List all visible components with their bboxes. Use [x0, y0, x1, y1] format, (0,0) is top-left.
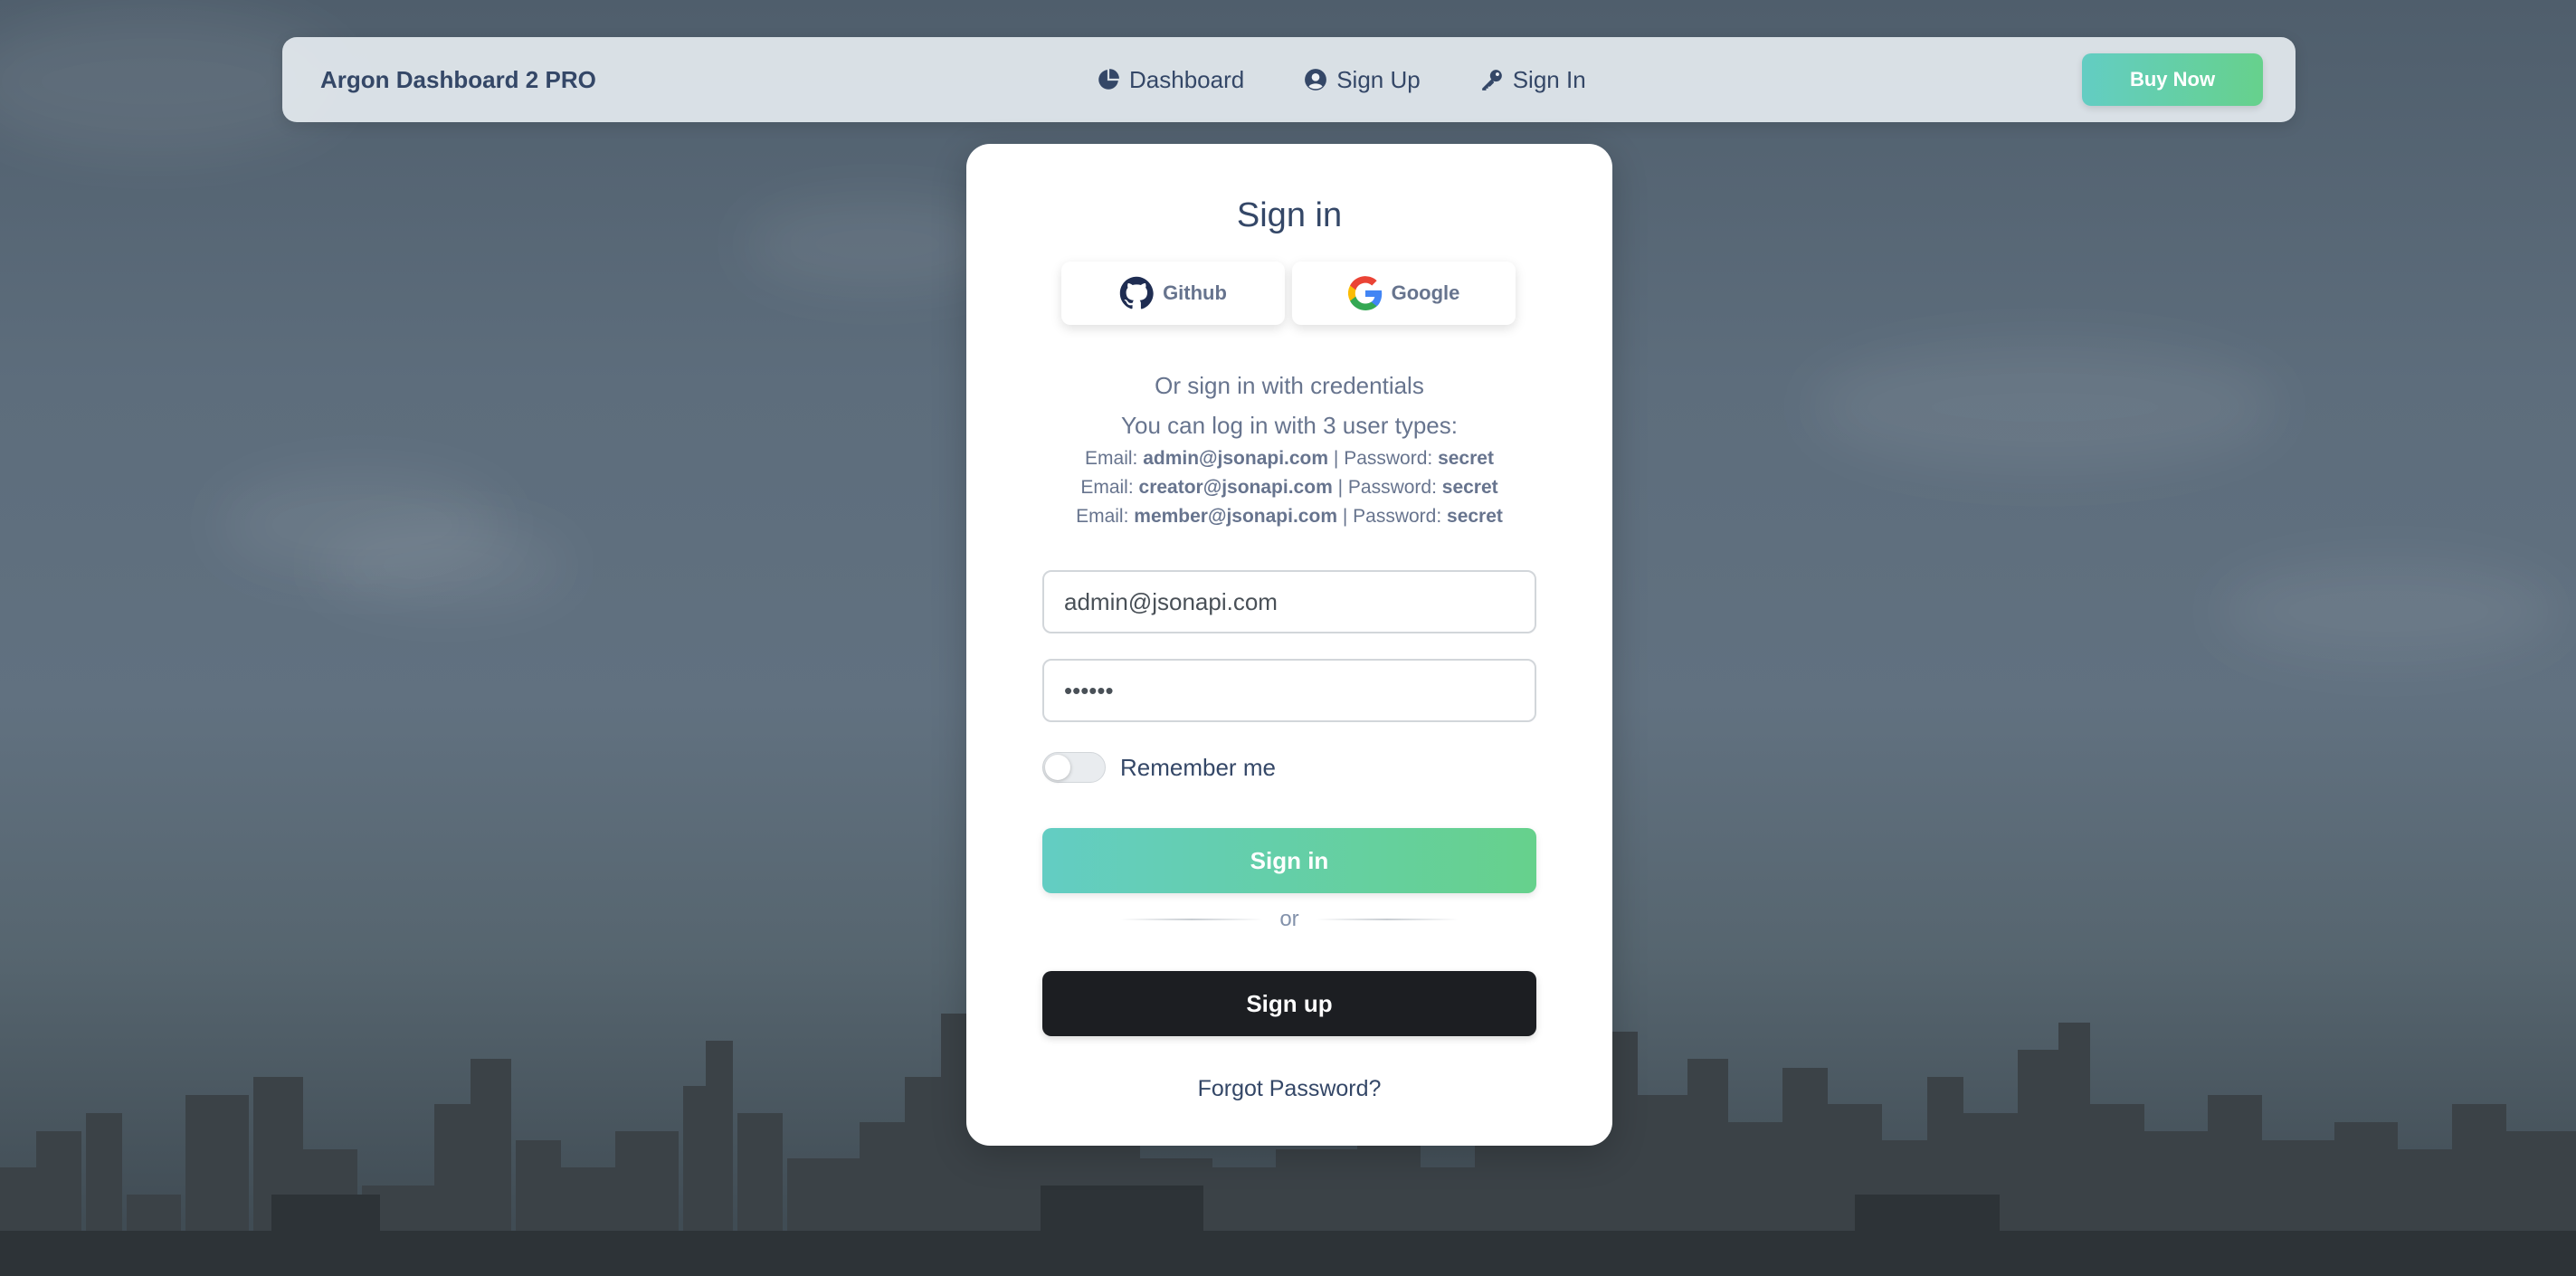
- nav-link-dashboard[interactable]: Dashboard: [1097, 66, 1244, 94]
- credential-line: Email: admin@jsonapi.com | Password: sec…: [966, 448, 1612, 470]
- cloud: [1810, 344, 2280, 471]
- github-label: Github: [1163, 281, 1227, 304]
- top-navbar: Argon Dashboard 2 PRO Dashboard Sign Up: [282, 37, 2296, 122]
- credential-password: secret: [1447, 506, 1503, 527]
- remember-me-row: Remember me: [1042, 752, 1276, 783]
- pie-chart-icon: [1098, 69, 1119, 90]
- password-prefix: | Password:: [1337, 477, 1437, 498]
- github-icon: [1119, 276, 1154, 309]
- nav-links: Dashboard Sign Up Sign In: [1097, 37, 1586, 122]
- sign-in-button[interactable]: Sign in: [1042, 828, 1536, 893]
- credential-line: Email: creator@jsonapi.com | Password: s…: [966, 477, 1612, 499]
- google-login-button[interactable]: Google: [1292, 262, 1516, 325]
- github-login-button[interactable]: Github: [1061, 262, 1285, 325]
- divider-line: [1315, 919, 1459, 920]
- or-text: or: [1279, 907, 1299, 931]
- buy-now-button[interactable]: Buy Now: [2082, 53, 2263, 106]
- remember-me-toggle[interactable]: [1042, 752, 1106, 783]
- credential-email: member@jsonapi.com: [1134, 506, 1337, 527]
- nav-link-label: Sign In: [1512, 65, 1586, 93]
- sign-up-button[interactable]: Sign up: [1042, 971, 1536, 1036]
- password-prefix: | Password:: [1333, 448, 1433, 469]
- credential-password: secret: [1438, 448, 1494, 469]
- google-icon: [1347, 276, 1382, 310]
- divider-line: [1120, 919, 1264, 920]
- nav-link-label: Sign Up: [1336, 65, 1421, 93]
- remember-me-label: Remember me: [1120, 753, 1276, 781]
- credential-line: Email: member@jsonapi.com | Password: se…: [966, 506, 1612, 528]
- brand-title[interactable]: Argon Dashboard 2 PRO: [320, 37, 596, 122]
- email-prefix: Email:: [1080, 477, 1134, 498]
- forgot-password-link[interactable]: Forgot Password?: [966, 1076, 1612, 1102]
- or-credentials-text: Or sign in with credentials: [1155, 372, 1424, 399]
- password-prefix: | Password:: [1342, 506, 1442, 527]
- nav-link-sign-up[interactable]: Sign Up: [1304, 66, 1421, 94]
- credential-email: creator@jsonapi.com: [1138, 477, 1333, 498]
- nav-link-label: Dashboard: [1129, 65, 1245, 93]
- or-divider: or: [1120, 905, 1459, 934]
- cloud: [317, 525, 570, 606]
- credential-email: admin@jsonapi.com: [1143, 448, 1329, 469]
- user-circle-icon: [1305, 69, 1327, 90]
- cloud: [2217, 561, 2561, 661]
- sign-in-card: Sign in Github Google Or sign in with cr…: [966, 144, 1612, 1146]
- email-prefix: Email:: [1076, 506, 1129, 527]
- password-input[interactable]: [1042, 659, 1536, 722]
- email-prefix: Email:: [1085, 448, 1138, 469]
- key-icon: [1481, 70, 1502, 90]
- social-login-row: Github Google: [1061, 262, 1516, 325]
- email-input[interactable]: [1042, 570, 1536, 633]
- nav-link-sign-in[interactable]: Sign In: [1480, 66, 1586, 94]
- google-label: Google: [1391, 281, 1460, 304]
- user-types-note: You can log in with 3 user types:: [1121, 412, 1458, 439]
- toggle-knob: [1045, 755, 1070, 780]
- card-title: Sign in: [1236, 196, 1343, 234]
- credential-password: secret: [1441, 477, 1498, 498]
